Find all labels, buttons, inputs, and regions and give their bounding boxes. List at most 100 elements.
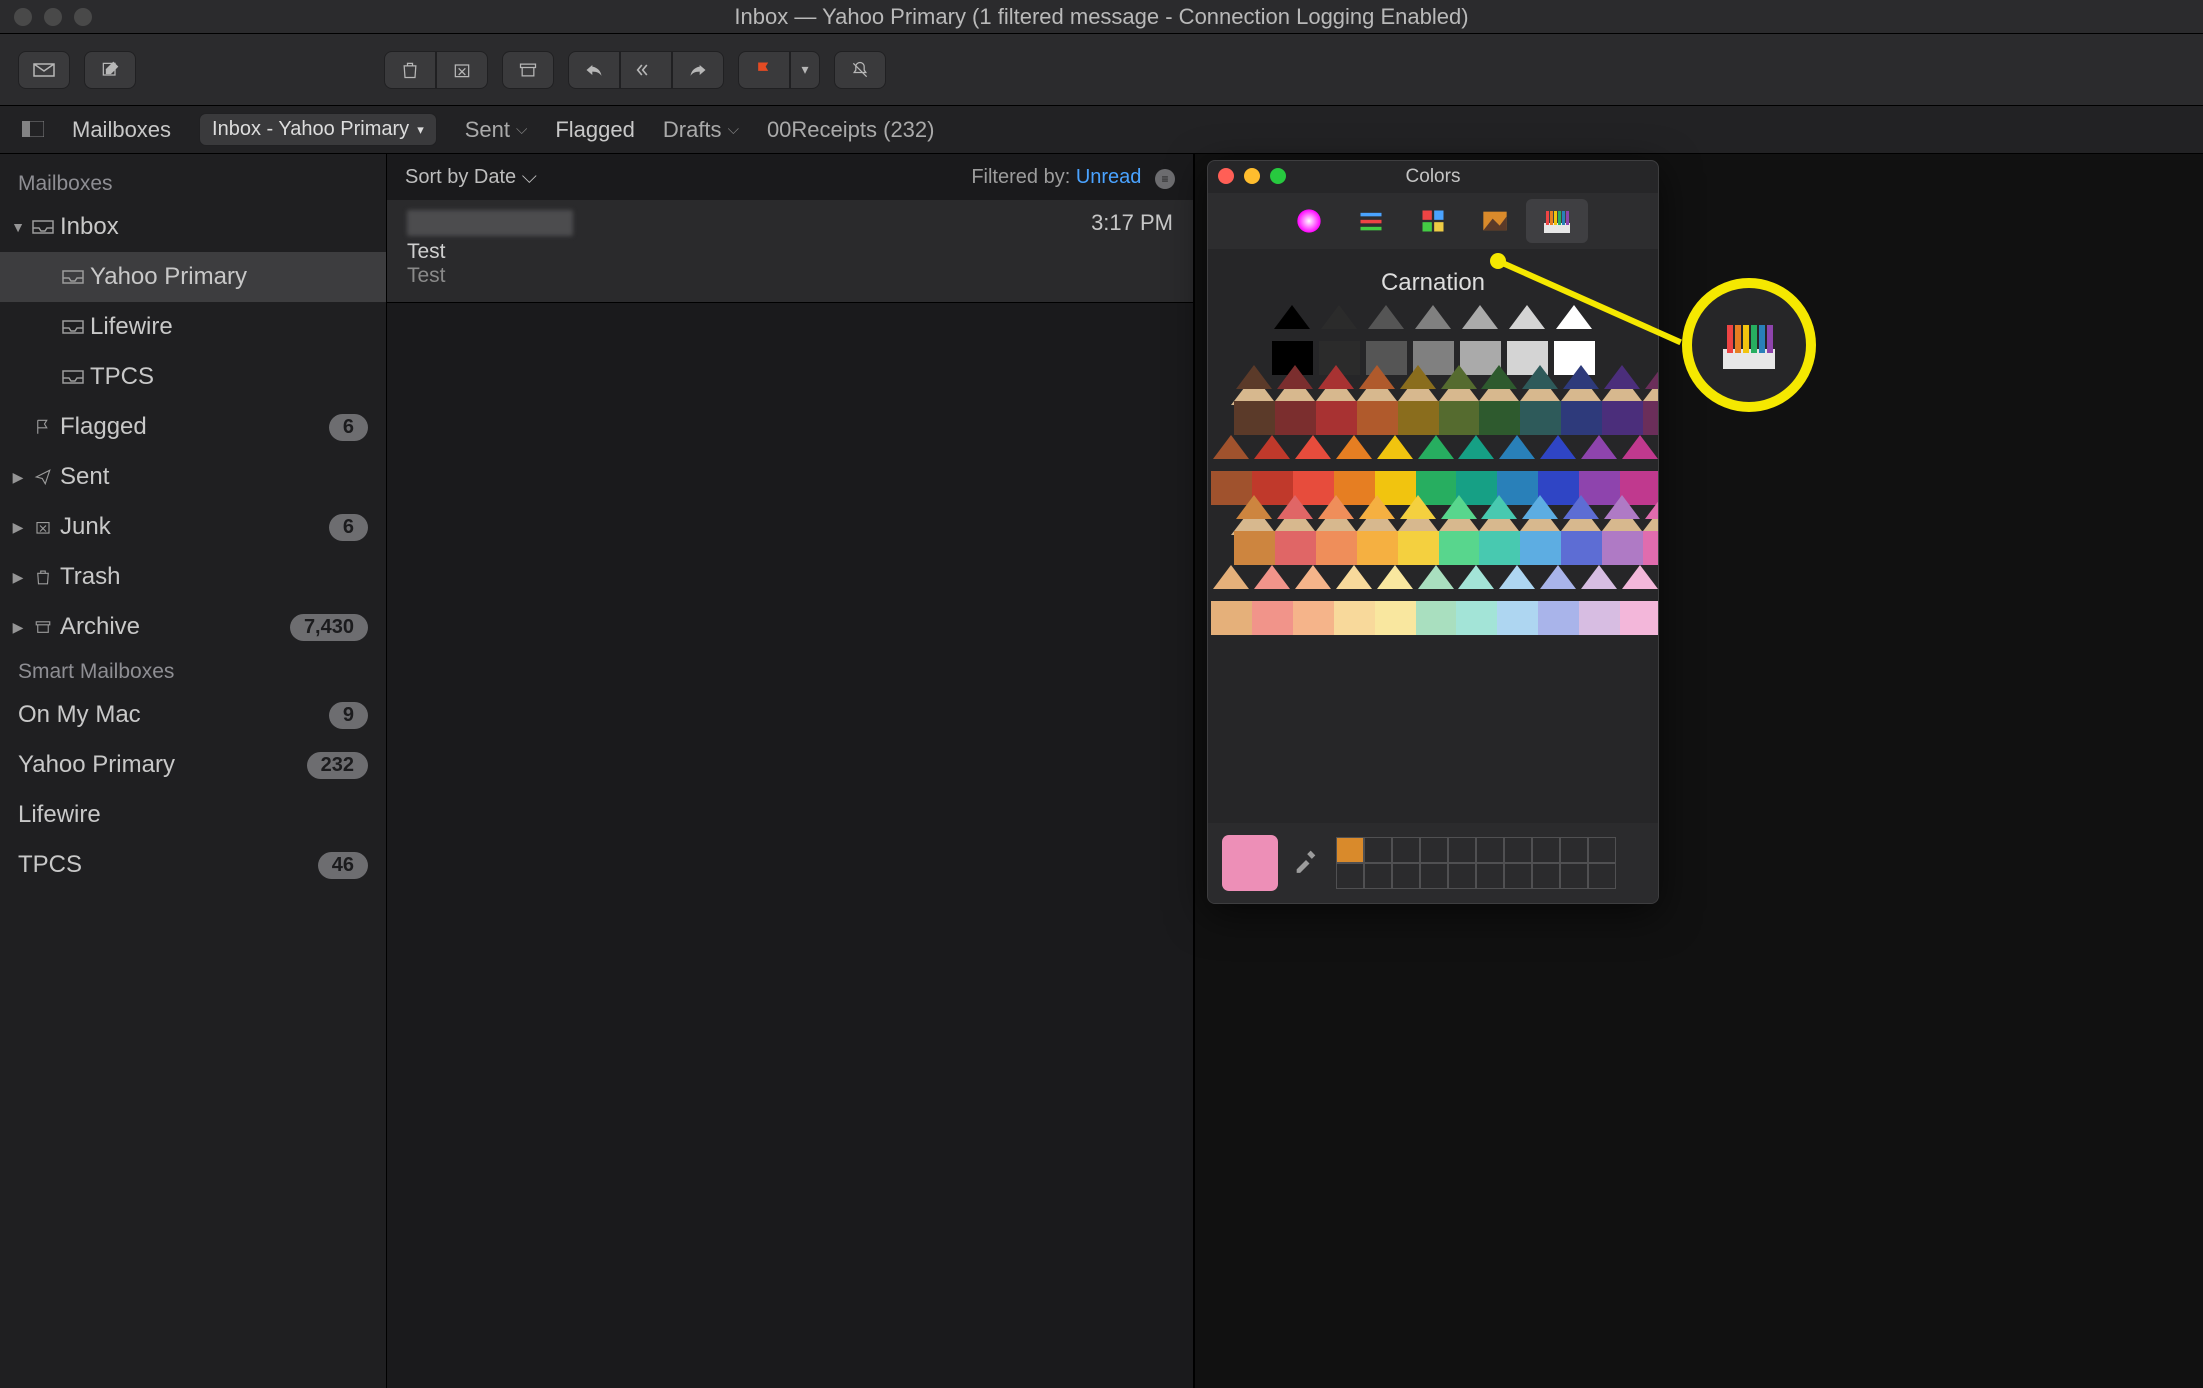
sidebar-archive[interactable]: ▶ Archive 7,430 xyxy=(0,602,386,652)
image-palettes-tab[interactable] xyxy=(1464,199,1526,243)
pencil-color[interactable] xyxy=(1290,565,1331,635)
eyedropper-button[interactable] xyxy=(1292,846,1322,880)
pencil-color[interactable] xyxy=(1231,365,1272,435)
color-well[interactable] xyxy=(1588,863,1616,889)
color-wheel-tab[interactable] xyxy=(1278,199,1340,243)
pencil-color[interactable] xyxy=(1476,365,1517,435)
junk-button[interactable] xyxy=(436,51,488,89)
colors-minimize[interactable] xyxy=(1244,168,1260,184)
current-color-swatch[interactable] xyxy=(1222,835,1278,891)
forward-button[interactable] xyxy=(672,51,724,89)
pencil-color[interactable] xyxy=(1354,365,1395,435)
message-row[interactable]: redacted 3:17 PM Test Test xyxy=(387,200,1193,303)
pencil-color[interactable] xyxy=(1272,495,1313,565)
sidebar-trash[interactable]: ▶ Trash xyxy=(0,552,386,602)
sort-control[interactable]: Sort by Date xyxy=(405,166,537,189)
pencil-color[interactable] xyxy=(1558,495,1599,565)
pencil-color[interactable] xyxy=(1436,495,1477,565)
color-well[interactable] xyxy=(1336,837,1364,863)
pencil-color[interactable] xyxy=(1453,565,1494,635)
pencil-color[interactable] xyxy=(1640,365,1659,435)
pencil-color[interactable] xyxy=(1476,495,1517,565)
color-well[interactable] xyxy=(1504,837,1532,863)
pencil-color[interactable] xyxy=(1331,565,1372,635)
pencils-tab[interactable] xyxy=(1526,199,1588,243)
sidebar-toggle-icon[interactable] xyxy=(22,117,44,143)
archive-button[interactable] xyxy=(502,51,554,89)
color-well[interactable] xyxy=(1504,863,1532,889)
sidebar-inbox-child[interactable]: Yahoo Primary xyxy=(0,252,386,302)
traffic-zoom[interactable] xyxy=(74,8,92,26)
pencil-color[interactable] xyxy=(1395,495,1436,565)
color-well[interactable] xyxy=(1364,837,1392,863)
pencil-color[interactable] xyxy=(1599,495,1640,565)
pencil-color[interactable] xyxy=(1535,565,1576,635)
pencil-color[interactable] xyxy=(1617,565,1658,635)
pencil-color[interactable] xyxy=(1436,365,1477,435)
color-sliders-tab[interactable] xyxy=(1340,199,1402,243)
color-well[interactable] xyxy=(1448,863,1476,889)
sidebar-inbox-child[interactable]: TPCS xyxy=(0,352,386,402)
favbar-drafts[interactable]: Drafts xyxy=(663,117,739,143)
pencil-color[interactable] xyxy=(1372,565,1413,635)
sidebar-account-tpcs[interactable]: TPCS 46 xyxy=(0,840,386,890)
pencil-color[interactable] xyxy=(1208,565,1249,635)
favbar-flagged[interactable]: Flagged xyxy=(555,117,635,143)
pencil-color[interactable] xyxy=(1640,495,1659,565)
pencil-color[interactable] xyxy=(1599,365,1640,435)
color-well[interactable] xyxy=(1560,863,1588,889)
color-well[interactable] xyxy=(1392,863,1420,889)
sidebar-flagged[interactable]: Flagged 6 xyxy=(0,402,386,452)
color-well[interactable] xyxy=(1532,837,1560,863)
pencil-color[interactable] xyxy=(1517,365,1558,435)
pencil-color[interactable] xyxy=(1313,495,1354,565)
color-well[interactable] xyxy=(1392,837,1420,863)
pencil-color[interactable] xyxy=(1517,495,1558,565)
compose-button[interactable] xyxy=(84,51,136,89)
color-well[interactable] xyxy=(1448,837,1476,863)
favbar-sent[interactable]: Sent xyxy=(465,117,528,143)
pencil-color[interactable] xyxy=(1395,365,1436,435)
pencil-color[interactable] xyxy=(1413,565,1454,635)
pencil-color[interactable] xyxy=(1576,565,1617,635)
pencil-color[interactable] xyxy=(1494,565,1535,635)
favbar-receipts[interactable]: 00Receipts (232) xyxy=(767,117,935,143)
color-well[interactable] xyxy=(1364,863,1392,889)
sidebar-account-lifewire[interactable]: Lifewire xyxy=(0,790,386,840)
pencil-color[interactable] xyxy=(1249,565,1290,635)
traffic-minimize[interactable] xyxy=(44,8,62,26)
color-well[interactable] xyxy=(1476,863,1504,889)
get-mail-button[interactable] xyxy=(18,51,70,89)
color-well[interactable] xyxy=(1532,863,1560,889)
pencil-color[interactable] xyxy=(1354,495,1395,565)
mute-button[interactable] xyxy=(834,51,886,89)
sidebar-account-yahoo[interactable]: Yahoo Primary 232 xyxy=(0,740,386,790)
sidebar-sent[interactable]: ▶ Sent xyxy=(0,452,386,502)
favbar-mailboxes[interactable]: Mailboxes xyxy=(72,117,171,143)
colors-close[interactable] xyxy=(1218,168,1234,184)
delete-button[interactable] xyxy=(384,51,436,89)
flag-menu-button[interactable]: ▾ xyxy=(790,51,820,89)
color-well[interactable] xyxy=(1588,837,1616,863)
color-well[interactable] xyxy=(1336,863,1364,889)
color-palettes-tab[interactable] xyxy=(1402,199,1464,243)
traffic-close[interactable] xyxy=(14,8,32,26)
mailbox-selector[interactable]: Inbox - Yahoo Primary▾ xyxy=(199,113,437,146)
color-well[interactable] xyxy=(1476,837,1504,863)
pencil-color[interactable] xyxy=(1558,365,1599,435)
reply-button[interactable] xyxy=(568,51,620,89)
color-well[interactable] xyxy=(1420,837,1448,863)
sidebar-onmymac[interactable]: On My Mac 9 xyxy=(0,690,386,740)
reply-all-button[interactable] xyxy=(620,51,672,89)
sidebar-inbox-child[interactable]: Lifewire xyxy=(0,302,386,352)
pencil-color[interactable] xyxy=(1313,365,1354,435)
pencil-color[interactable] xyxy=(1231,495,1272,565)
sidebar-junk[interactable]: ▶ Junk 6 xyxy=(0,502,386,552)
color-well[interactable] xyxy=(1560,837,1588,863)
sidebar-inbox[interactable]: ▼ Inbox xyxy=(0,202,386,252)
pencil-color[interactable] xyxy=(1272,365,1313,435)
color-well[interactable] xyxy=(1420,863,1448,889)
flag-button[interactable] xyxy=(738,51,790,89)
filter-control[interactable]: Filtered by: Unread ≡ xyxy=(971,166,1175,189)
colors-zoom[interactable] xyxy=(1270,168,1286,184)
